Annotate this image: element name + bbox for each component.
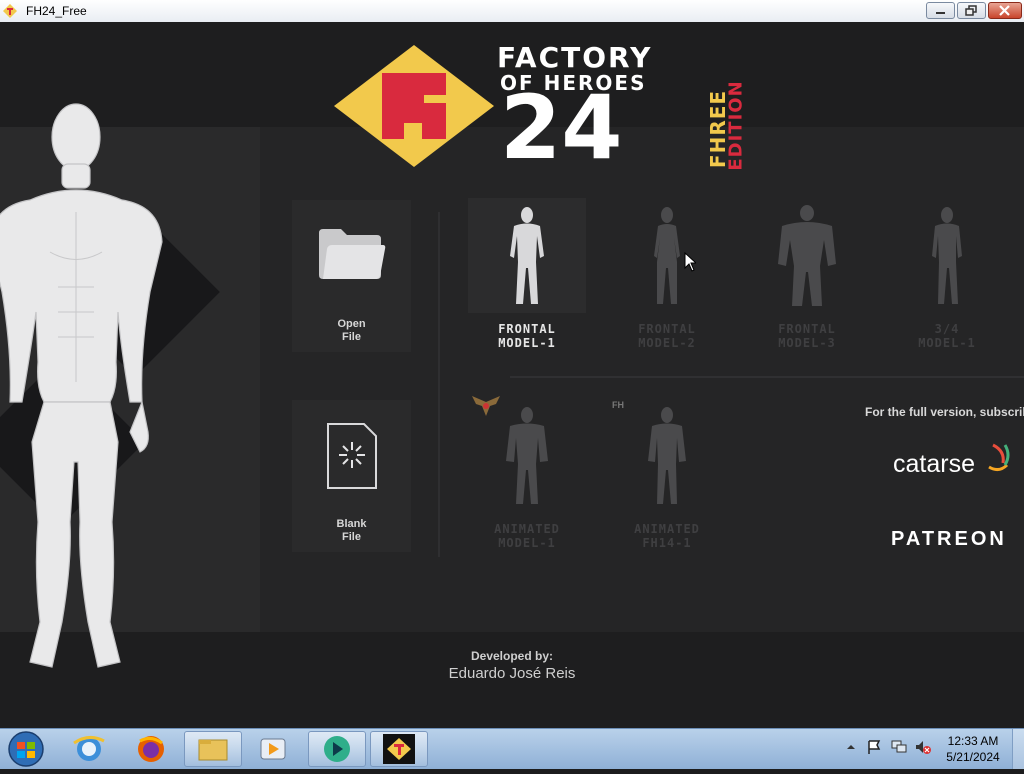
folder-icon xyxy=(319,229,386,279)
model-label: ANIMATED MODEL-1 xyxy=(494,522,560,550)
app-icon xyxy=(324,736,350,762)
file-explorer-icon xyxy=(198,739,228,761)
logo-number: 24 xyxy=(500,76,623,179)
model-label: FRONTAL MODEL-2 xyxy=(638,322,696,350)
fh-badge: FH xyxy=(612,400,624,410)
taskbar-firefox[interactable] xyxy=(122,731,180,767)
catarse-logo-icon xyxy=(988,443,1010,472)
system-clock[interactable]: 12:33 AM 5/21/2024 xyxy=(938,733,1008,765)
model-frontal-3[interactable]: FRONTAL MODEL-3 xyxy=(748,198,866,358)
volume-muted-icon[interactable] xyxy=(914,739,932,755)
fh24-icon xyxy=(383,734,415,764)
logo-line1: FACTORY xyxy=(497,41,653,74)
start-orb-icon xyxy=(8,731,44,767)
show-desktop-button[interactable] xyxy=(1012,729,1024,769)
developer-name: Eduardo José Reis xyxy=(448,665,576,682)
open-file-button[interactable]: Open File xyxy=(292,200,411,352)
app-window: FH24_Free FACTORY OF HEROES 24 FHREE EDI… xyxy=(0,0,1024,769)
show-hidden-icons-icon[interactable] xyxy=(845,741,857,753)
clock-date: 5/21/2024 xyxy=(946,750,1000,764)
taskbar: 12:33 AM 5/21/2024 xyxy=(0,728,1024,769)
clock-time: 12:33 AM xyxy=(947,734,999,748)
model-3-4-1[interactable]: 3/4 MODEL-1 xyxy=(888,198,1006,358)
vertical-divider xyxy=(438,212,440,557)
internet-explorer-icon xyxy=(73,736,105,761)
minimize-icon xyxy=(936,12,945,14)
title-bar[interactable]: FH24_Free xyxy=(0,0,1024,23)
main-panel: FACTORY OF HEROES 24 FHREE EDITION Open … xyxy=(0,22,1024,728)
model-label: 3/4 MODEL-1 xyxy=(918,322,976,350)
mannequin-figure xyxy=(0,103,163,668)
taskbar-file-explorer[interactable] xyxy=(184,731,242,767)
horizontal-divider xyxy=(510,376,1024,378)
model-frontal-2[interactable]: FRONTAL MODEL-2 xyxy=(608,198,726,358)
blank-file-button[interactable]: Blank File xyxy=(292,400,411,552)
body-silhouette-icon xyxy=(510,207,544,304)
taskbar-media-player[interactable] xyxy=(244,731,302,767)
taskbar-fh24[interactable] xyxy=(370,731,428,767)
action-center-flag-icon[interactable] xyxy=(866,739,882,755)
developed-by-label: Developed by: xyxy=(470,649,554,663)
close-button[interactable] xyxy=(988,2,1022,19)
patreon-link[interactable]: PATREON xyxy=(891,528,1007,551)
close-icon xyxy=(999,5,1010,16)
wings-badge-icon xyxy=(472,396,500,416)
three-quarter-silhouette-icon xyxy=(932,207,962,304)
blank-file-label: Blank File xyxy=(336,518,367,543)
restore-button[interactable] xyxy=(957,2,986,19)
open-file-label: Open File xyxy=(337,318,366,343)
restore-icon xyxy=(965,5,977,16)
model-label: ANIMATED FH14-1 xyxy=(634,522,700,550)
window-title: FH24_Free xyxy=(26,4,87,18)
fh-logo-icon xyxy=(334,45,494,167)
catarse-logo-text: catarse xyxy=(893,450,975,478)
taskbar-app[interactable] xyxy=(308,731,366,767)
blank-file-icon xyxy=(327,423,377,489)
model-animated-fh14[interactable]: FH ANIMATED FH14-1 xyxy=(608,398,726,558)
minimize-button[interactable] xyxy=(926,2,955,19)
start-button[interactable] xyxy=(2,729,50,769)
model-animated-1[interactable]: ANIMATED MODEL-1 xyxy=(468,396,586,558)
animated-silhouette-icon xyxy=(506,407,548,504)
mouse-cursor-icon xyxy=(684,252,696,272)
fh14-silhouette-icon xyxy=(648,407,686,504)
subscribe-text: For the full version, subscrib xyxy=(865,405,1024,419)
media-player-icon xyxy=(260,738,286,760)
model-label: FRONTAL MODEL-1 xyxy=(498,322,556,350)
firefox-icon xyxy=(138,736,164,762)
muscular-silhouette-icon xyxy=(778,205,836,306)
network-icon[interactable] xyxy=(890,739,908,755)
taskbar-internet-explorer[interactable] xyxy=(60,731,118,767)
logo-edition-word2: EDITION xyxy=(725,80,747,171)
model-frontal-1[interactable]: FRONTAL MODEL-1 xyxy=(468,198,586,358)
model-label: FRONTAL MODEL-3 xyxy=(778,322,836,350)
app-logo-icon xyxy=(3,4,17,18)
